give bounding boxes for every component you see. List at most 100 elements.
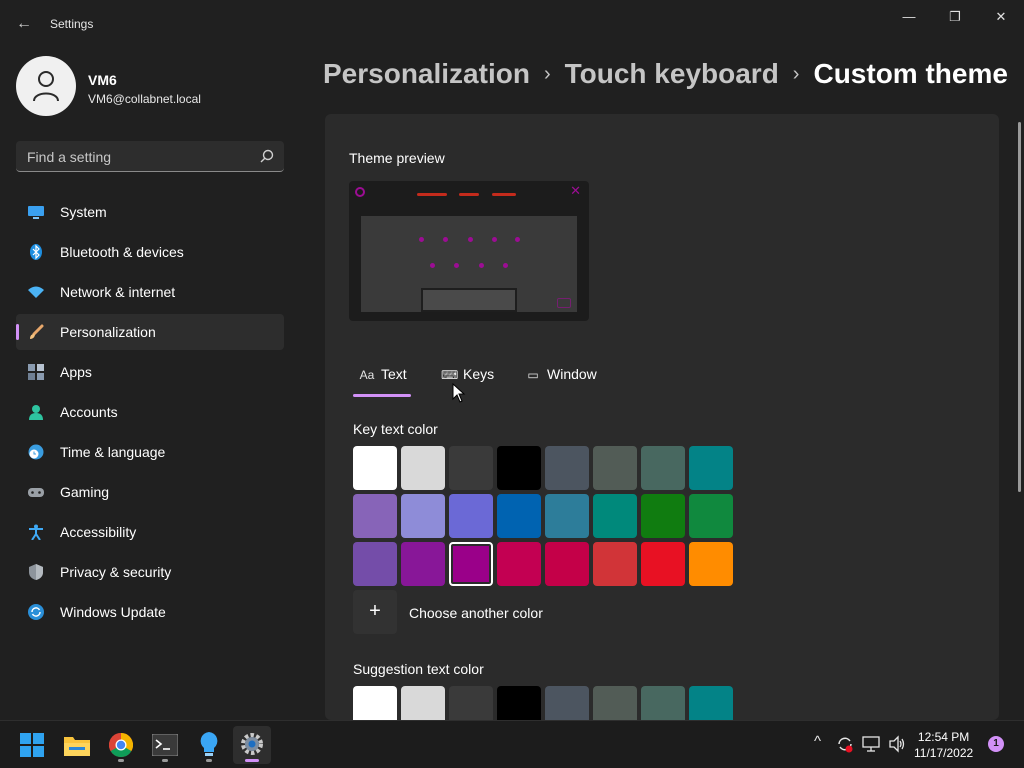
sidebar-item-accounts[interactable]: Accounts <box>16 394 284 430</box>
running-indicator <box>118 759 124 762</box>
sidebar-item-windows-update[interactable]: Windows Update <box>16 594 284 630</box>
sidebar-item-label: Bluetooth & devices <box>60 244 184 260</box>
color-swatch[interactable] <box>401 542 445 586</box>
active-app-indicator <box>245 759 259 762</box>
color-swatch[interactable] <box>593 686 637 720</box>
search-input[interactable]: Find a setting <box>16 141 284 172</box>
tab-selected-indicator <box>353 394 411 397</box>
user-name: VM6 <box>88 72 117 88</box>
sidebar-item-system[interactable]: System <box>16 194 284 230</box>
color-swatch[interactable] <box>353 686 397 720</box>
key-text-color-grid <box>353 446 737 586</box>
color-swatch[interactable] <box>689 686 733 720</box>
color-swatch[interactable] <box>353 446 397 490</box>
tab-keys[interactable]: ⌨ Keys <box>441 366 494 398</box>
start-button[interactable] <box>13 726 51 764</box>
keyboard-preview <box>361 216 577 312</box>
sidebar-item-accessibility[interactable]: Accessibility <box>16 514 284 550</box>
close-button[interactable]: ✕ <box>978 6 1024 28</box>
running-indicator <box>206 759 212 762</box>
back-button[interactable]: ← <box>14 12 34 36</box>
clock[interactable]: 12:54 PM 11/17/2022 <box>914 729 973 761</box>
window-icon: ▭ <box>527 368 539 382</box>
search-placeholder: Find a setting <box>27 149 112 165</box>
breadcrumb: Personalization › Touch keyboard › Custom th… <box>323 58 1008 90</box>
sidebar-item-apps[interactable]: Apps <box>16 354 284 390</box>
color-swatch[interactable] <box>353 542 397 586</box>
clock-globe-icon <box>28 444 44 460</box>
color-swatch[interactable] <box>401 686 445 720</box>
person-icon <box>29 405 43 420</box>
color-swatch[interactable] <box>449 494 493 538</box>
key-dot <box>479 263 484 268</box>
file-explorer-button[interactable] <box>58 726 96 764</box>
color-swatch[interactable] <box>401 446 445 490</box>
terminal-button[interactable] <box>146 726 184 764</box>
chrome-button[interactable] <box>102 726 140 764</box>
gamepad-icon <box>28 488 44 497</box>
color-swatch[interactable] <box>545 494 589 538</box>
apps-icon <box>28 364 44 380</box>
key-dot <box>468 237 473 242</box>
key-dot <box>419 237 424 242</box>
key-dot <box>503 263 508 268</box>
color-swatch[interactable] <box>497 446 541 490</box>
scrollbar[interactable] <box>1018 122 1021 492</box>
tab-window[interactable]: ▭ Window <box>525 366 596 398</box>
sidebar-item-label: Network & internet <box>60 284 176 300</box>
tab-label: Keys <box>463 366 495 382</box>
sidebar-item-network[interactable]: Network & internet <box>16 274 284 310</box>
choose-another-color-button[interactable]: + <box>353 590 397 634</box>
settings-button[interactable] <box>233 726 271 764</box>
sync-icon[interactable] <box>836 735 854 753</box>
sidebar-item-gaming[interactable]: Gaming <box>16 474 284 510</box>
sidebar-item-personalization[interactable]: Personalization <box>16 314 284 350</box>
color-swatch[interactable] <box>545 686 589 720</box>
color-swatch[interactable] <box>449 446 493 490</box>
color-swatch[interactable] <box>545 446 589 490</box>
color-swatch[interactable] <box>689 494 733 538</box>
breadcrumb-touch-keyboard[interactable]: Touch keyboard <box>565 58 779 89</box>
color-swatch[interactable] <box>641 686 685 720</box>
sidebar-item-privacy[interactable]: Privacy & security <box>16 554 284 590</box>
sidebar-item-label: Accounts <box>60 404 118 420</box>
color-swatch[interactable] <box>545 542 589 586</box>
minimize-button[interactable]: — <box>886 6 932 28</box>
network-icon[interactable] <box>862 735 880 753</box>
brush-icon <box>30 324 44 339</box>
key-dot <box>515 237 520 242</box>
color-swatch[interactable] <box>641 446 685 490</box>
file-explorer-icon <box>64 737 90 756</box>
theme-preview: ✕ <box>349 181 589 321</box>
wifi-icon <box>28 286 44 298</box>
color-swatch[interactable] <box>449 686 493 720</box>
choose-another-color-label[interactable]: Choose another color <box>409 605 543 621</box>
clock-date: 11/17/2022 <box>914 746 974 760</box>
title-bar: ← Settings — ❐ ✕ <box>0 0 1024 48</box>
sidebar-item-time-language[interactable]: Time & language <box>16 434 284 470</box>
key-text-color-label: Key text color <box>353 421 438 437</box>
color-swatch[interactable] <box>449 542 493 586</box>
color-swatch[interactable] <box>641 542 685 586</box>
color-swatch[interactable] <box>593 446 637 490</box>
tips-button[interactable] <box>190 726 228 764</box>
notification-badge[interactable]: 1 <box>988 736 1004 752</box>
color-swatch[interactable] <box>353 494 397 538</box>
color-swatch[interactable] <box>689 542 733 586</box>
color-swatch[interactable] <box>641 494 685 538</box>
color-swatch[interactable] <box>593 494 637 538</box>
color-swatch[interactable] <box>497 686 541 720</box>
color-swatch[interactable] <box>401 494 445 538</box>
maximize-button[interactable]: ❐ <box>932 6 978 28</box>
custom-theme-card: Theme preview ✕ Aa Text ⌨ Keys ▭ Window … <box>325 114 999 720</box>
sidebar-item-bluetooth[interactable]: Bluetooth & devices <box>16 234 284 270</box>
sidebar-item-label: Windows Update <box>60 604 166 620</box>
avatar[interactable] <box>16 56 76 116</box>
color-swatch[interactable] <box>593 542 637 586</box>
color-swatch[interactable] <box>497 494 541 538</box>
color-swatch[interactable] <box>689 446 733 490</box>
volume-icon[interactable] <box>888 735 906 753</box>
breadcrumb-personalization[interactable]: Personalization <box>323 58 530 89</box>
show-hidden-icons-button[interactable]: ^ <box>814 733 821 750</box>
color-swatch[interactable] <box>497 542 541 586</box>
